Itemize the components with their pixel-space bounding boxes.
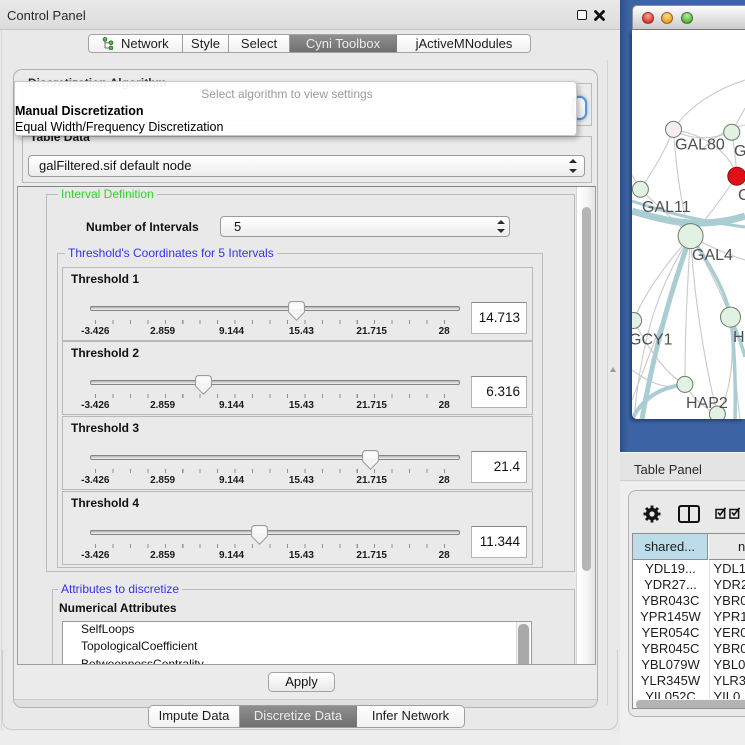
svg-text:GCY1: GCY1 xyxy=(632,332,673,349)
svg-text:GAL4: GAL4 xyxy=(692,247,733,264)
svg-text:GA: GA xyxy=(734,143,745,160)
svg-text:H: H xyxy=(733,329,745,346)
svg-text:C: C xyxy=(738,187,745,204)
svg-text:GAL11: GAL11 xyxy=(642,199,691,216)
svg-text:GAL80: GAL80 xyxy=(675,137,725,154)
svg-text:HAP2: HAP2 xyxy=(686,395,728,412)
